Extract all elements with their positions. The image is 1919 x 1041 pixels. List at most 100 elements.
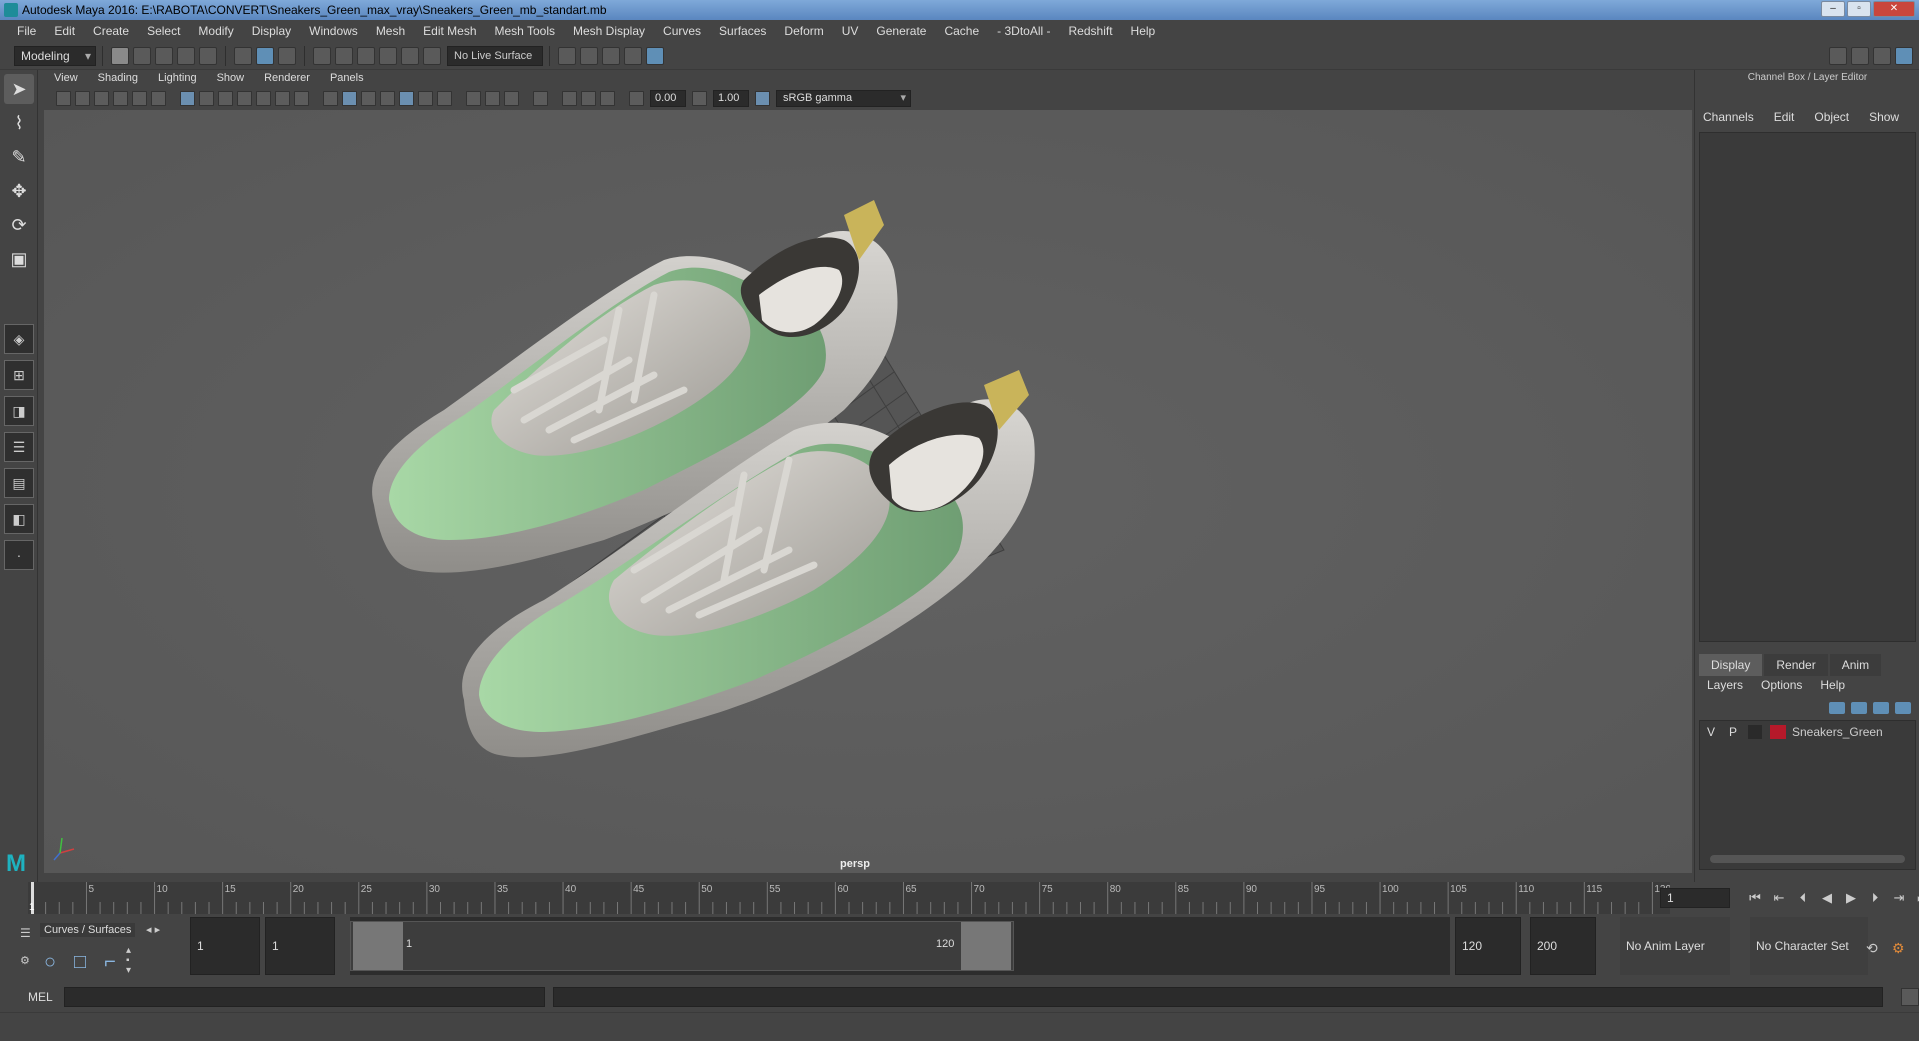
character-set-dropdown[interactable]: No Character Set	[1750, 917, 1868, 975]
animation-preferences-icon[interactable]: ⚙	[1892, 940, 1905, 957]
channel-menu-edit[interactable]: Edit	[1774, 110, 1795, 124]
step-back-frame-icon[interactable]: ⏴	[1793, 888, 1813, 908]
nurbs-circle-icon[interactable]: ○	[38, 950, 62, 974]
menu-modify[interactable]: Modify	[189, 20, 242, 42]
select-object-icon[interactable]	[256, 46, 274, 65]
bookmark-icon[interactable]	[94, 90, 109, 106]
tool-settings-icon[interactable]	[1873, 46, 1891, 65]
start-frame-field[interactable]: 1	[190, 917, 260, 975]
nurbs-square-icon[interactable]: □	[68, 950, 92, 974]
snap-curve-icon[interactable]	[335, 46, 353, 65]
gamma-field[interactable]: 1.00	[713, 89, 749, 107]
modeling-toolkit-icon[interactable]	[1829, 46, 1847, 65]
film-gate-icon[interactable]	[199, 90, 214, 106]
two-d-pan-zoom-icon[interactable]	[132, 90, 147, 106]
select-tool-icon[interactable]: ➤	[4, 74, 34, 104]
paint-select-tool-icon[interactable]: ✎	[4, 142, 34, 172]
new-scene-icon[interactable]	[111, 46, 129, 65]
scale-tool-icon[interactable]: ▣	[4, 244, 34, 274]
hypershade-layout-icon[interactable]: ◧	[4, 504, 34, 534]
gate-mask-icon[interactable]	[237, 90, 252, 106]
auto-key-icon[interactable]: ⟲	[1866, 940, 1878, 957]
wireframe-icon[interactable]	[323, 90, 338, 106]
resolution-gate-icon[interactable]	[218, 90, 233, 106]
grease-pencil-icon[interactable]	[151, 90, 166, 106]
script-editor-icon[interactable]	[1901, 988, 1919, 1006]
hypershade-icon[interactable]	[624, 46, 642, 65]
exposure-field[interactable]: 0.00	[650, 89, 686, 107]
panel-menu-renderer[interactable]: Renderer	[264, 72, 310, 84]
channel-box-toggle-icon[interactable]	[1895, 46, 1913, 65]
exposure-icon[interactable]	[629, 90, 644, 106]
wireframe-on-shaded-icon[interactable]	[380, 90, 395, 106]
xray-icon[interactable]	[562, 90, 577, 106]
menu-edit-mesh[interactable]: Edit Mesh	[414, 20, 485, 42]
outliner-layout-icon[interactable]: ☰	[4, 432, 34, 462]
range-end-grip[interactable]	[961, 922, 1011, 970]
animation-start-field[interactable]: 1	[265, 917, 335, 975]
new-layer-from-selection-icon[interactable]	[1895, 702, 1911, 714]
layer-menu-options[interactable]: Options	[1761, 678, 1802, 692]
channel-menu-channels[interactable]: Channels	[1703, 110, 1754, 124]
camera-select-icon[interactable]	[56, 90, 71, 106]
menu-mesh-tools[interactable]: Mesh Tools	[486, 20, 564, 42]
menu-help[interactable]: Help	[1122, 20, 1165, 42]
command-language-label[interactable]: MEL	[28, 990, 62, 1004]
range-start-grip[interactable]	[353, 922, 403, 970]
layer-visibility-toggle[interactable]: V	[1700, 725, 1722, 739]
channel-box-area[interactable]	[1699, 132, 1916, 642]
custom-layout-icon[interactable]: ·	[4, 540, 34, 570]
menu-edit[interactable]: Edit	[45, 20, 84, 42]
isolate-select-icon[interactable]	[533, 90, 548, 106]
menu-uv[interactable]: UV	[833, 20, 868, 42]
menu-display[interactable]: Display	[243, 20, 300, 42]
shelf-tab[interactable]: Curves / Surfaces	[40, 923, 136, 937]
close-button[interactable]: ✕	[1873, 1, 1915, 17]
save-scene-icon[interactable]	[155, 46, 173, 65]
animation-end-field[interactable]: 200	[1530, 917, 1596, 975]
menu-deform[interactable]: Deform	[775, 20, 832, 42]
select-component-icon[interactable]	[278, 46, 296, 65]
menu-mesh[interactable]: Mesh	[367, 20, 414, 42]
step-forward-frame-icon[interactable]: ⏵	[1865, 888, 1885, 908]
render-view-icon[interactable]	[646, 46, 664, 65]
safe-title-icon[interactable]	[294, 90, 309, 106]
ipr-render-icon[interactable]	[580, 46, 598, 65]
ambient-occlusion-icon[interactable]	[466, 90, 481, 106]
backface-culling-icon[interactable]	[600, 90, 615, 106]
cv-curve-icon[interactable]: ⌐	[98, 950, 122, 974]
layer-menu-layers[interactable]: Layers	[1707, 678, 1743, 692]
shelf-menu-icon[interactable]: ☰	[20, 926, 34, 940]
image-plane-icon[interactable]	[113, 90, 128, 106]
layer-tab-render[interactable]: Render	[1764, 654, 1828, 676]
textured-icon[interactable]	[399, 90, 414, 106]
layer-playback-toggle[interactable]: P	[1722, 725, 1744, 739]
move-layer-up-icon[interactable]	[1829, 702, 1845, 714]
snap-view-plane-icon[interactable]	[379, 46, 397, 65]
shadows-icon[interactable]	[437, 90, 452, 106]
use-all-lights-icon[interactable]	[418, 90, 433, 106]
end-frame-field[interactable]: 120	[1455, 917, 1521, 975]
current-frame-field[interactable]: 1	[1660, 888, 1730, 908]
play-backwards-icon[interactable]: ◀	[1817, 888, 1837, 908]
grid-toggle-icon[interactable]	[180, 90, 195, 106]
minimize-button[interactable]: –	[1821, 1, 1845, 17]
motion-blur-icon[interactable]	[485, 90, 500, 106]
maximize-button[interactable]: ▫	[1847, 1, 1871, 17]
menu-redshift[interactable]: Redshift	[1060, 20, 1122, 42]
panel-menu-shading[interactable]: Shading	[98, 72, 138, 84]
safe-action-icon[interactable]	[275, 90, 290, 106]
render-current-icon[interactable]	[558, 46, 576, 65]
menu-generate[interactable]: Generate	[867, 20, 935, 42]
redo-icon[interactable]	[199, 46, 217, 65]
layer-row[interactable]: V P Sneakers_Green	[1700, 721, 1915, 743]
layer-display-type[interactable]	[1748, 725, 1762, 739]
layer-name[interactable]: Sneakers_Green	[1792, 725, 1883, 739]
channel-menu-object[interactable]: Object	[1814, 110, 1849, 124]
channel-menu-show[interactable]: Show	[1869, 110, 1899, 124]
attribute-editor-icon[interactable]	[1851, 46, 1869, 65]
shelf-settings-icon[interactable]: ⚙	[20, 954, 30, 967]
render-settings-icon[interactable]	[602, 46, 620, 65]
menu-cache[interactable]: Cache	[935, 20, 988, 42]
anti-aliasing-icon[interactable]	[504, 90, 519, 106]
